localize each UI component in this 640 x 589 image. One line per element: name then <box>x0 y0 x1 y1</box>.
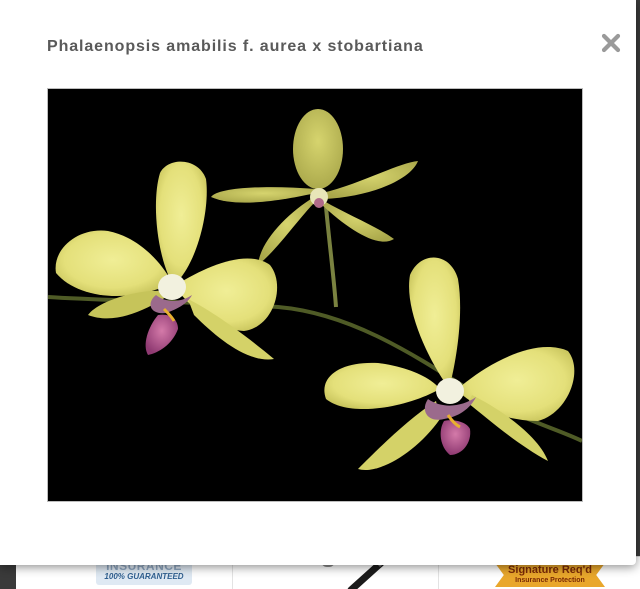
orchid-flower-back <box>211 109 418 265</box>
signature-badge-subtitle: Insurance Protection <box>515 577 585 584</box>
insurance-badge-subtitle: 100% GUARANTEED <box>104 572 184 581</box>
close-icon <box>601 33 621 53</box>
orchid-flower-right <box>324 257 575 470</box>
orchid-photo <box>47 88 583 502</box>
close-button[interactable] <box>598 30 624 56</box>
image-modal: Phalaenopsis amabilis f. aurea x stobart… <box>0 0 636 565</box>
modal-title: Phalaenopsis amabilis f. aurea x stobart… <box>47 38 424 55</box>
orchid-image <box>48 109 582 470</box>
signature-badge-title: Signature Req'd <box>508 564 592 576</box>
